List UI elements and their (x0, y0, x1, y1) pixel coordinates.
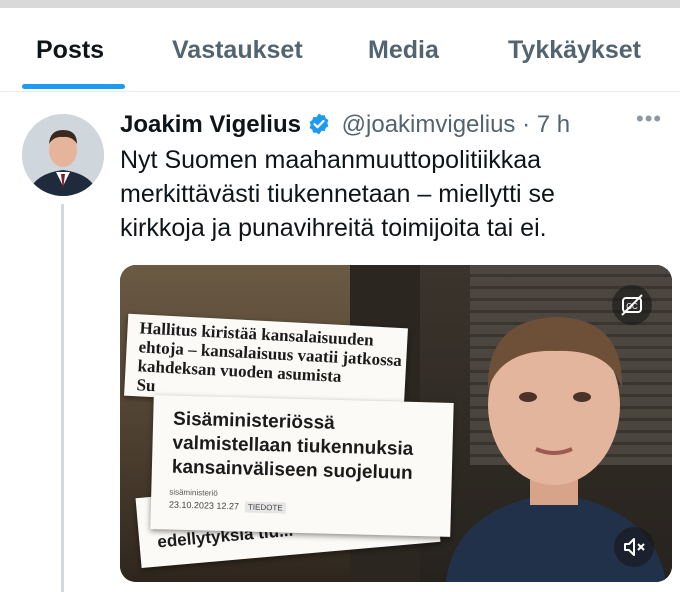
verified-badge-icon (307, 112, 331, 136)
speaker-muted-icon[interactable] (614, 527, 654, 567)
post-text-line: Nyt Suomen maahanmuuttopolitiikkaa (120, 146, 542, 174)
clipping-date: 23.10.2023 12.27 (168, 499, 240, 512)
author-name[interactable]: Joakim Vigelius (120, 111, 301, 138)
author-handle[interactable]: @joakimvigelius (342, 111, 516, 138)
post-text: Nyt Suomen maahanmuuttopolitiikkaa merki… (120, 143, 660, 245)
more-dots-icon[interactable]: ••• (636, 106, 662, 132)
news-clipping-press-release: Sisäministeriössä valmistellaan tiukennu… (150, 395, 454, 537)
clipping-source: sisäministeriö (169, 487, 218, 498)
clipping-date-row: 23.10.2023 12.27 TIEDOTE (169, 500, 286, 514)
clipping-tag: TIEDOTE (244, 501, 286, 514)
post-header: Joakim Vigelius @joakimvigelius · 7 h (120, 110, 570, 140)
tab-media[interactable]: Media (368, 36, 439, 65)
tab-tykkaykset[interactable]: Tykkäykset (508, 36, 641, 65)
avatar[interactable] (22, 114, 104, 196)
top-strip (0, 0, 680, 8)
profile-tabs: Posts Vastaukset Media Tykkäykset (0, 8, 680, 92)
post-time[interactable]: 7 h (537, 111, 570, 138)
post-text-line: kirkkoja ja punavihreitä toimijoita tai … (120, 214, 547, 242)
tab-vastaukset[interactable]: Vastaukset (172, 36, 303, 65)
active-tab-indicator (22, 84, 125, 89)
post-text-line: merkittävästi tiukennetaan – miellytti s… (120, 180, 555, 208)
tab-posts[interactable]: Posts (36, 36, 104, 65)
video-player[interactable]: Hallitus kiristää kansalaisuuden ehtoja … (120, 265, 672, 582)
thread-line (61, 204, 64, 592)
separator-dot: · (522, 111, 531, 138)
closed-captions-off-icon[interactable]: CC (612, 285, 652, 325)
